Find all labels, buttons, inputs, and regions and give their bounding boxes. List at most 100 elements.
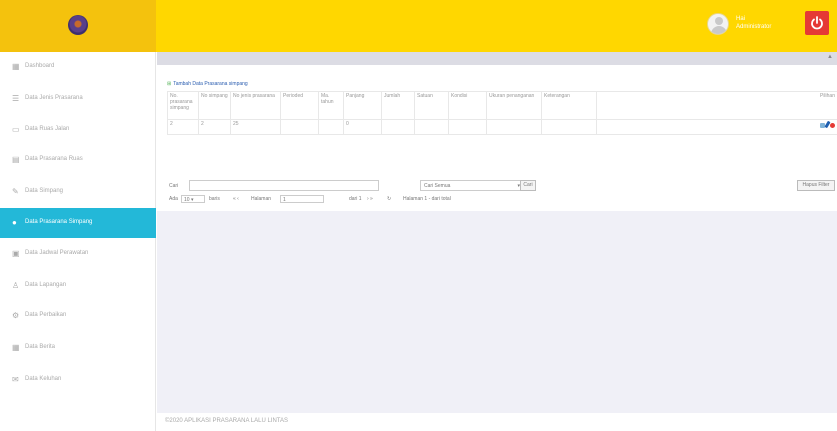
page-number-input[interactable]: 1 xyxy=(280,195,324,203)
table-cell xyxy=(381,119,415,135)
avatar[interactable] xyxy=(707,13,729,35)
column-header[interactable]: Keterangan xyxy=(541,91,597,120)
sidebar-item-data-simpang[interactable]: ✎ Data Simpang xyxy=(0,177,156,207)
table-cell: 25 xyxy=(230,119,281,135)
user-name[interactable]: Hai Administrator xyxy=(736,15,771,31)
sidebar-item-data-prasarana-ruas[interactable]: ▤ Data Prasarana Ruas xyxy=(0,145,156,175)
column-header[interactable]: No simpang xyxy=(198,91,231,120)
table-cell xyxy=(486,119,542,135)
table-cell xyxy=(318,119,344,135)
table-cell xyxy=(541,119,597,135)
circle-icon: ● xyxy=(12,218,17,227)
logo-area xyxy=(0,0,156,52)
pager-halaman-label: Halaman xyxy=(251,196,272,202)
search-row: Cari Cari Semua ▾ Cari Hapus Filter xyxy=(167,180,837,192)
table-body: 2 2 25 0 xyxy=(167,119,837,135)
wrench-icon: ⚙ xyxy=(12,311,20,320)
plus-icon: ⊞ xyxy=(167,81,172,87)
sidebar-item-label: Data Berita xyxy=(25,344,56,350)
sidebar-item-data-berita[interactable]: ▦ Data Berita xyxy=(0,333,156,363)
row-actions xyxy=(596,119,837,135)
pager-summary: Halaman 1 - dari total xyxy=(403,196,451,202)
sidebar: ▦ Dashboard ☰ Data Jenis Prasarana ▭ Data Rua… xyxy=(0,52,156,431)
pager-dari-label: dari 1 xyxy=(349,196,362,202)
search-field-select[interactable]: Cari Semua ▾ xyxy=(420,180,524,191)
user-greeting: Hai xyxy=(736,16,746,22)
rows-per-page-select[interactable]: 10 ▾ xyxy=(181,195,205,203)
logout-button[interactable] xyxy=(805,11,829,35)
power-icon xyxy=(811,16,823,30)
footer: ©2020 APLIKASI PRASARANA LALU LINTAS xyxy=(157,413,837,431)
column-header[interactable]: No jenis prasarana xyxy=(230,91,281,120)
add-link-label: Tambah Data Prasarana simpang xyxy=(173,81,248,87)
delete-icon[interactable] xyxy=(830,123,835,128)
column-header[interactable]: Ukuran penanganan xyxy=(486,91,542,120)
page-number-value: 1 xyxy=(283,197,286,203)
dashboard-icon: ▦ xyxy=(12,62,20,71)
content-header-strip: ▲ xyxy=(157,52,837,65)
list-icon: ☰ xyxy=(12,94,20,103)
table-cell xyxy=(448,119,487,135)
reload-icon[interactable]: ↻ xyxy=(387,196,391,202)
pager-next-last-icons[interactable]: › » xyxy=(367,196,373,202)
sidebar-item-data-jenis-prasarana[interactable]: ☰ Data Jenis Prasarana xyxy=(0,84,156,114)
column-header[interactable]: Kondisi xyxy=(448,91,487,120)
add-prasarana-simpang-link[interactable]: ⊞ Tambah Data Prasarana simpang xyxy=(167,81,248,87)
column-header[interactable]: Ma. tahun xyxy=(318,91,344,120)
table-icon: ▤ xyxy=(12,155,20,164)
sidebar-item-label: Data Prasarana Simpang xyxy=(25,219,93,225)
sidebar-item-label: Data Jadwal Perawatan xyxy=(25,250,89,256)
sidebar-item-label: Data Keluhan xyxy=(25,376,62,382)
chat-icon: ✉ xyxy=(12,375,19,384)
search-label: Cari xyxy=(169,183,179,189)
sidebar-item-label: Data Jenis Prasarana xyxy=(25,95,83,101)
caret-up-icon[interactable]: ▲ xyxy=(827,54,833,60)
column-header[interactable]: Satuan xyxy=(414,91,449,120)
table-row[interactable]: 2 2 25 0 xyxy=(167,119,837,135)
sidebar-item-data-prasarana-simpang[interactable]: ● Data Prasarana Simpang xyxy=(0,208,156,238)
pager-first-prev-icons[interactable]: « ‹ xyxy=(233,196,239,202)
column-header[interactable]: Pilihan xyxy=(596,91,837,120)
search-button[interactable]: Cari xyxy=(520,180,536,191)
column-header[interactable]: Panjang xyxy=(343,91,382,120)
edit-icon: ✎ xyxy=(12,187,19,196)
footer-copyright: ©2020 APLIKASI PRASARANA LALU LINTAS xyxy=(165,418,289,424)
pager-baris-label: baris xyxy=(209,196,220,202)
news-icon: ▦ xyxy=(12,343,20,352)
user-role: Administrator xyxy=(736,24,772,30)
sidebar-item-label: Data Lapangan xyxy=(25,282,67,288)
pager-ada-label: Ada xyxy=(169,196,178,202)
sidebar-item-data-lapangan[interactable]: ♙ Data Lapangan xyxy=(0,271,156,301)
table-cell xyxy=(414,119,449,135)
sidebar-item-label: Dashboard xyxy=(25,63,55,69)
table-cell: 2 xyxy=(167,119,199,135)
data-table: No. prasarana simpang No simpang No jenis … xyxy=(167,91,837,135)
main-content: ▲ ⊞ Tambah Data Prasarana simpang No. pra… xyxy=(157,52,837,431)
search-input[interactable] xyxy=(189,180,379,191)
column-header[interactable]: No. prasarana simpang xyxy=(167,91,199,120)
sidebar-item-label: Data Perbaikan xyxy=(25,312,67,318)
table-header-row: No. prasarana simpang No simpang No jenis … xyxy=(167,91,837,120)
app-logo[interactable] xyxy=(68,15,88,35)
calendar-icon: ▣ xyxy=(12,249,20,258)
data-panel: ⊞ Tambah Data Prasarana simpang No. prasa… xyxy=(157,65,837,211)
sidebar-item-data-jadwal-perawatan[interactable]: ▣ Data Jadwal Perawatan xyxy=(0,239,156,269)
table-cell: 2 xyxy=(198,119,231,135)
sidebar-item-data-keluhan[interactable]: ✉ Data Keluhan xyxy=(0,365,156,395)
rows-per-page-value: 10 xyxy=(184,197,190,203)
user-icon: ♙ xyxy=(12,281,20,290)
table-cell: 0 xyxy=(343,119,382,135)
column-header[interactable]: Jumlah xyxy=(381,91,415,120)
road-icon: ▭ xyxy=(12,125,20,134)
pagination-bar: Ada 10 ▾ baris « ‹ Halaman 1 dari 1 › » … xyxy=(167,195,837,205)
search-field-value: Cari Semua xyxy=(424,183,451,189)
sidebar-item-label: Data Prasarana Ruas xyxy=(25,156,83,162)
clear-filter-button[interactable]: Hapus Filter xyxy=(797,180,835,191)
column-header[interactable]: Perioded xyxy=(280,91,319,120)
sidebar-item-dashboard[interactable]: ▦ Dashboard xyxy=(0,52,156,82)
sidebar-item-data-ruas-jalan[interactable]: ▭ Data Ruas Jalan xyxy=(0,115,156,145)
sidebar-item-label: Data Simpang xyxy=(25,188,64,194)
sidebar-item-label: Data Ruas Jalan xyxy=(25,126,70,132)
sidebar-item-data-perbaikan[interactable]: ⚙ Data Perbaikan xyxy=(0,301,156,331)
top-bar: Hai Administrator xyxy=(0,0,837,52)
